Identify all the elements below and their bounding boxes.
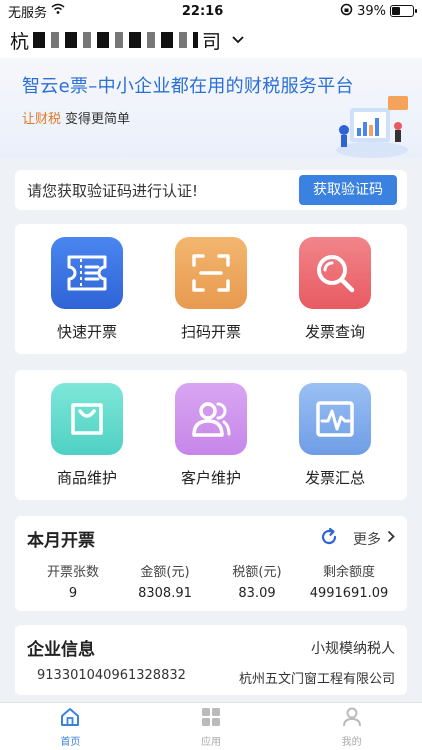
tile-label: 快速开票 bbox=[56, 322, 117, 341]
tax-id: 913301040961328832 bbox=[37, 668, 186, 683]
banner-subtitle-rest: 变得更简单 bbox=[65, 112, 131, 127]
company-info-title: 企业信息 bbox=[27, 640, 95, 660]
chevron-down-icon bbox=[231, 31, 245, 49]
tab-label: 我的 bbox=[341, 736, 362, 748]
users-icon bbox=[175, 382, 247, 455]
invoice-query-tile[interactable]: 发票查询 bbox=[280, 236, 390, 342]
verification-card: 请您获取验证码进行认证! 获取验证码 bbox=[15, 170, 407, 210]
tab-profile[interactable]: 我的 bbox=[281, 703, 422, 750]
apps-grid-icon bbox=[200, 706, 222, 733]
scan-invoice-tile[interactable]: 扫码开票 bbox=[156, 236, 266, 342]
primary-actions-grid: 快速开票 扫码开票 发票查询 bbox=[15, 224, 407, 354]
more-label: 更多 bbox=[353, 531, 381, 548]
banner-subtitle-highlight: 让财税 bbox=[22, 112, 62, 127]
tile-label: 发票查询 bbox=[304, 322, 365, 341]
customer-maintenance-tile[interactable]: 客户维护 bbox=[156, 382, 266, 488]
invoice-ticket-icon bbox=[51, 236, 123, 309]
lock-rotation-icon bbox=[340, 3, 353, 20]
scan-icon bbox=[175, 236, 247, 309]
tab-apps[interactable]: 应用 bbox=[141, 703, 282, 750]
company-full-name: 杭州五文门窗工程有限公司 bbox=[238, 672, 395, 687]
tab-home[interactable]: 首页 bbox=[0, 703, 141, 750]
bottom-tab-bar: 首页 应用 我的 bbox=[0, 702, 422, 750]
chevron-right-icon bbox=[387, 530, 395, 547]
tab-label: 首页 bbox=[60, 736, 81, 748]
stat-value: 8308.91 bbox=[138, 586, 192, 601]
stat-label: 开票张数 bbox=[46, 565, 99, 580]
clock-text: 22:16 bbox=[181, 3, 224, 19]
tile-label: 客户维护 bbox=[180, 468, 241, 487]
stat-invoice-count: 开票张数 9 bbox=[27, 561, 119, 601]
more-link[interactable]: 更多 bbox=[353, 529, 395, 549]
battery-percent: 39% bbox=[357, 3, 386, 19]
refresh-icon[interactable] bbox=[319, 527, 339, 551]
stat-amount: 金额(元) 8308.91 bbox=[119, 561, 211, 601]
status-bar: 无服务 22:16 39% bbox=[0, 0, 422, 22]
tile-label: 商品维护 bbox=[56, 468, 117, 487]
stat-label: 剩余额度 bbox=[322, 565, 375, 580]
promo-banner[interactable]: 智云e票–中小企业都在用的财税服务平台 让财税 变得更简单 bbox=[0, 58, 422, 158]
stat-value: 83.09 bbox=[238, 586, 276, 601]
battery-icon bbox=[390, 5, 417, 17]
monthly-invoice-card: 本月开票 更多 开票张数 9 金额(元) 8308.91 税额(元) 83.09… bbox=[15, 516, 407, 611]
wifi-icon bbox=[51, 3, 65, 19]
tile-label: 发票汇总 bbox=[304, 468, 365, 487]
banner-illustration bbox=[332, 90, 412, 160]
redacted-company-name bbox=[33, 32, 199, 48]
secondary-actions-grid: 商品维护 客户维护 发票汇总 bbox=[15, 370, 407, 500]
tab-label: 应用 bbox=[201, 736, 221, 748]
company-name-suffix: 司 bbox=[202, 30, 222, 53]
monthly-invoice-title: 本月开票 bbox=[27, 531, 95, 551]
stat-value: 4991691.09 bbox=[309, 586, 389, 601]
stat-label: 金额(元) bbox=[140, 565, 190, 580]
home-icon bbox=[59, 706, 81, 733]
stat-tax: 税额(元) 83.09 bbox=[211, 561, 303, 601]
tile-label: 扫码开票 bbox=[180, 322, 241, 341]
user-icon bbox=[341, 706, 363, 733]
chart-icon bbox=[299, 382, 371, 455]
quick-invoice-tile[interactable]: 快速开票 bbox=[32, 236, 142, 342]
get-code-button[interactable]: 获取验证码 bbox=[299, 175, 397, 205]
stat-remaining-quota: 剩余额度 4991691.09 bbox=[303, 561, 395, 601]
company-name-prefix: 杭 bbox=[10, 30, 30, 53]
company-info-card[interactable]: 企业信息 小规模纳税人 913301040961328832 杭州五文门窗工程有… bbox=[15, 625, 407, 695]
company-switcher[interactable]: 杭 司 bbox=[0, 22, 422, 58]
verification-message: 请您获取验证码进行认证! bbox=[27, 181, 199, 200]
stat-label: 税额(元) bbox=[232, 565, 282, 580]
carrier-text: 无服务 bbox=[8, 5, 48, 21]
search-icon bbox=[299, 236, 371, 309]
taxpayer-type: 小规模纳税人 bbox=[311, 640, 395, 657]
invoice-summary-tile[interactable]: 发票汇总 bbox=[280, 382, 390, 488]
stat-value: 9 bbox=[68, 586, 78, 601]
product-maintenance-tile[interactable]: 商品维护 bbox=[32, 382, 142, 488]
shopping-bag-icon bbox=[51, 382, 123, 455]
